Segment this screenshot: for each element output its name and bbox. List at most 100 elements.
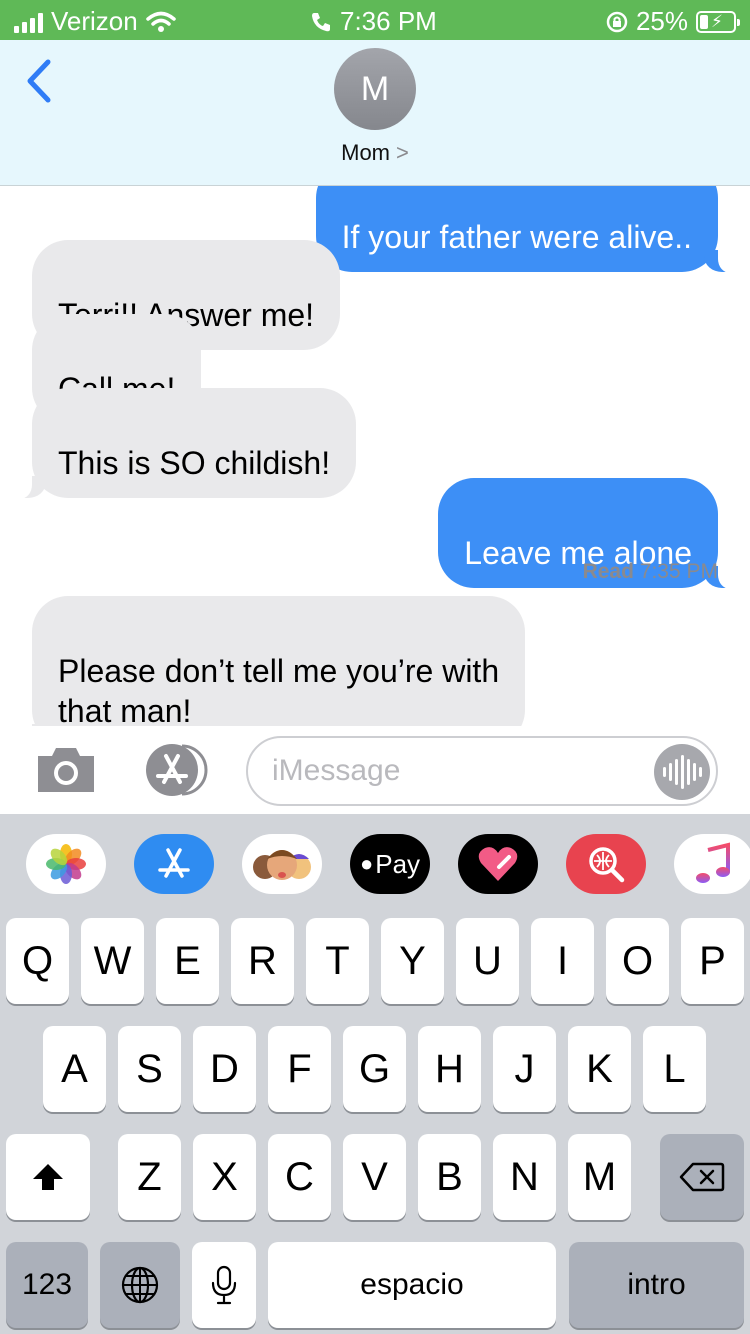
space-key[interactable]: espacio <box>268 1242 556 1328</box>
key-c[interactable]: C <box>268 1134 331 1220</box>
imessage-app-drawer: ● Pay <box>0 814 750 914</box>
status-center: 7:36 PM <box>310 6 437 37</box>
key-label: T <box>325 938 350 983</box>
apple-logo-icon: ● <box>359 851 374 876</box>
key-label: R <box>248 938 277 983</box>
dictation-key[interactable] <box>192 1242 256 1328</box>
key-label: G <box>358 1046 391 1091</box>
key-m[interactable]: M <box>568 1134 631 1220</box>
key-s[interactable]: S <box>118 1026 181 1112</box>
wifi-icon <box>145 11 176 32</box>
key-q[interactable]: Q <box>6 918 69 1004</box>
contact-name: Mom <box>341 140 391 165</box>
key-label: C <box>285 1154 314 1199</box>
key-k[interactable]: K <box>568 1026 631 1112</box>
key-g[interactable]: G <box>343 1026 406 1112</box>
key-label: N <box>510 1154 539 1199</box>
compose-bar <box>0 726 750 814</box>
key-label: espacio <box>360 1268 464 1301</box>
backspace-icon <box>679 1162 725 1192</box>
read-receipt: Read 7:35 PM <box>583 560 718 584</box>
status-left: Verizon <box>14 6 176 37</box>
key-label: F <box>287 1046 312 1091</box>
key-e[interactable]: E <box>156 918 219 1004</box>
key-label: W <box>93 938 132 983</box>
memoji-app-icon[interactable] <box>242 834 322 894</box>
key-label: X <box>211 1154 238 1199</box>
imessage-input[interactable] <box>246 736 718 806</box>
app-store-app-icon[interactable] <box>134 834 214 894</box>
key-j[interactable]: J <box>493 1026 556 1112</box>
signal-icon <box>14 11 43 33</box>
key-p[interactable]: P <box>681 918 744 1004</box>
key-i[interactable]: I <box>531 918 594 1004</box>
message-bubble-received[interactable]: This is SO childish! <box>9 388 357 499</box>
camera-icon[interactable] <box>34 744 98 794</box>
key-label: L <box>663 1046 686 1091</box>
contact-name-button[interactable]: Mom > <box>0 140 750 166</box>
key-label: Q <box>21 938 54 983</box>
music-app-icon[interactable] <box>674 834 750 894</box>
key-b[interactable]: B <box>418 1134 481 1220</box>
status-bar: Verizon 7:36 PM 25% ⚡ <box>0 0 750 40</box>
return-key[interactable]: intro <box>569 1242 744 1328</box>
delete-key[interactable] <box>660 1134 744 1220</box>
app-store-icon[interactable] <box>138 742 214 798</box>
key-n[interactable]: N <box>493 1134 556 1220</box>
contact-avatar[interactable]: M <box>334 48 416 130</box>
message-bubble-sent[interactable]: If your father were alive.. <box>315 186 741 273</box>
key-x[interactable]: X <box>193 1134 256 1220</box>
key-label: I <box>556 938 569 983</box>
key-label: D <box>210 1046 239 1091</box>
digital-touch-app-icon[interactable] <box>458 834 538 894</box>
key-v[interactable]: V <box>343 1134 406 1220</box>
globe-key[interactable] <box>100 1242 180 1328</box>
key-label: J <box>514 1046 535 1091</box>
message-text: If your father were alive.. <box>341 219 692 255</box>
apple-pay-label: Pay <box>375 848 421 879</box>
key-label: S <box>136 1046 163 1091</box>
numbers-key[interactable]: 123 <box>6 1242 88 1328</box>
message-bubble-received[interactable]: Please don’t tell me you’re with that ma… <box>9 596 526 726</box>
key-label: M <box>582 1154 617 1199</box>
key-l[interactable]: L <box>643 1026 706 1112</box>
key-label: P <box>699 938 726 983</box>
key-w[interactable]: W <box>81 918 144 1004</box>
battery-charging-icon: ⚡ <box>696 10 740 33</box>
key-t[interactable]: T <box>306 918 369 1004</box>
key-f[interactable]: F <box>268 1026 331 1112</box>
key-d[interactable]: D <box>193 1026 256 1112</box>
chevron-right-icon: > <box>396 140 409 165</box>
audio-message-icon[interactable] <box>654 744 710 800</box>
key-label: V <box>361 1154 388 1199</box>
carrier-label: Verizon <box>51 6 138 36</box>
key-label: B <box>436 1154 463 1199</box>
key-z[interactable]: Z <box>118 1134 181 1220</box>
key-label: A <box>61 1046 88 1091</box>
conversation-header: M Mom > <box>0 40 750 186</box>
shift-key[interactable] <box>6 1134 90 1220</box>
photos-app-icon[interactable] <box>26 834 106 894</box>
key-label: intro <box>627 1268 686 1301</box>
key-o[interactable]: O <box>606 918 669 1004</box>
key-y[interactable]: Y <box>381 918 444 1004</box>
apple-pay-app-icon[interactable]: ● Pay <box>350 834 430 894</box>
read-time: 7:35 PM <box>639 560 718 583</box>
status-right: 25% ⚡ <box>606 6 740 37</box>
key-u[interactable]: U <box>456 918 519 1004</box>
back-chevron-icon[interactable] <box>20 56 60 106</box>
key-h[interactable]: H <box>418 1026 481 1112</box>
key-label: U <box>473 938 502 983</box>
status-time: 7:36 PM <box>340 6 437 36</box>
key-r[interactable]: R <box>231 918 294 1004</box>
rotation-lock-icon <box>606 11 628 32</box>
key-label: O <box>621 938 654 983</box>
message-list[interactable]: If your father were alive.. Terri!! Answ… <box>0 186 750 726</box>
battery-percent: 25% <box>635 6 688 36</box>
keyboard: ● Pay Q W E R T Y U I O P A S D F G H J … <box>0 814 750 1334</box>
read-label: Read <box>582 560 634 583</box>
key-a[interactable]: A <box>43 1026 106 1112</box>
microphone-icon <box>211 1265 237 1305</box>
key-label: H <box>435 1046 464 1091</box>
images-search-app-icon[interactable] <box>566 834 646 894</box>
